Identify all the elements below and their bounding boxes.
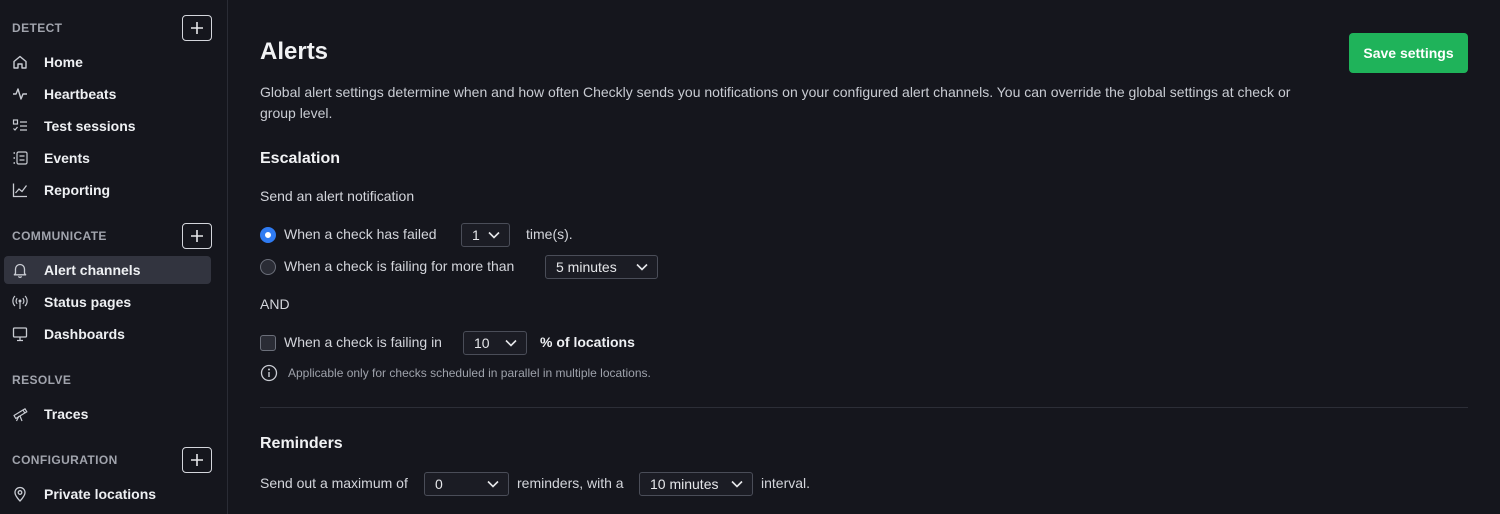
failed-count-select[interactable]: 1	[461, 223, 510, 247]
list-icon	[11, 149, 29, 167]
sidebar: DETECT Home Heartbeats Test sessions Eve…	[0, 0, 228, 514]
plus-icon	[191, 454, 203, 466]
escalation-heading: Escalation	[260, 150, 341, 167]
sidebar-item-label: Reporting	[44, 182, 111, 198]
add-communicate-button[interactable]	[182, 223, 212, 249]
section-resolve: RESOLVE	[12, 364, 212, 396]
reminders-interval-select[interactable]: 10 minutes	[639, 472, 753, 496]
sidebar-item-events[interactable]: Events	[4, 144, 211, 172]
sidebar-item-heartbeats[interactable]: Heartbeats	[4, 80, 211, 108]
sidebar-item-dashboards[interactable]: Dashboards	[4, 320, 211, 348]
section-title: RESOLVE	[12, 373, 72, 387]
reminders-interval-value: 10 minutes	[650, 476, 719, 492]
sidebar-item-traces[interactable]: Traces	[4, 400, 211, 428]
location-pin-icon	[11, 485, 29, 503]
reminders-heading: Reminders	[260, 435, 343, 452]
sidebar-item-label: Status pages	[44, 294, 132, 310]
telescope-icon	[11, 405, 29, 423]
sidebar-item-label: Events	[44, 150, 90, 166]
info-icon	[260, 364, 278, 382]
section-title: CONFIGURATION	[12, 453, 118, 467]
sidebar-item-home[interactable]: Home	[4, 48, 211, 76]
home-icon	[11, 53, 29, 71]
chevron-down-icon	[731, 480, 743, 488]
reminders-prefix: Send out a maximum of	[260, 475, 408, 491]
section-detect: DETECT	[12, 12, 212, 44]
sidebar-item-status-pages[interactable]: Status pages	[4, 288, 211, 316]
section-title: DETECT	[12, 21, 63, 35]
failing-duration-value: 5 minutes	[556, 259, 617, 275]
sidebar-item-label: Heartbeats	[44, 86, 117, 102]
sidebar-item-label: Home	[44, 54, 83, 70]
section-configuration: CONFIGURATION	[12, 444, 212, 476]
locations-suffix: % of locations	[540, 334, 635, 350]
save-settings-button[interactable]: Save settings	[1349, 33, 1468, 73]
section-title: COMMUNICATE	[12, 229, 107, 243]
monitor-icon	[11, 325, 29, 343]
chevron-down-icon	[487, 480, 499, 488]
sidebar-item-label: Private locations	[44, 486, 157, 502]
and-label: AND	[260, 296, 290, 312]
option1-suffix: time(s).	[526, 226, 573, 242]
page-description: Global alert settings determine when and…	[260, 84, 1291, 121]
sidebar-item-label: Test sessions	[44, 118, 136, 134]
reminders-count-value: 0	[435, 476, 443, 492]
sidebar-item-test-sessions[interactable]: Test sessions	[4, 112, 211, 140]
failing-duration-radio[interactable]	[260, 259, 276, 275]
reminders-count-select[interactable]: 0	[424, 472, 509, 496]
list-check-icon	[11, 117, 29, 135]
failed-count-radio[interactable]	[260, 227, 276, 243]
broadcast-icon	[11, 293, 29, 311]
failing-duration-select[interactable]: 5 minutes	[545, 255, 658, 279]
section-divider	[260, 407, 1468, 408]
locations-label: When a check is failing in	[284, 334, 442, 350]
sidebar-item-label: Dashboards	[44, 326, 125, 342]
sidebar-item-label: Alert channels	[44, 262, 141, 278]
locations-percent-select[interactable]: 10	[463, 331, 527, 355]
failed-count-value: 1	[472, 227, 480, 243]
chart-icon	[11, 181, 29, 199]
locations-percent-value: 10	[474, 335, 490, 351]
reminders-suffix: interval.	[761, 475, 811, 491]
bell-icon	[11, 261, 29, 279]
add-detect-button[interactable]	[182, 15, 212, 41]
sidebar-item-label: Traces	[44, 406, 89, 422]
plus-icon	[191, 230, 203, 242]
sidebar-item-reporting[interactable]: Reporting	[4, 176, 211, 204]
section-communicate: COMMUNICATE	[12, 220, 212, 252]
option1-label: When a check has failed	[284, 226, 437, 242]
add-configuration-button[interactable]	[182, 447, 212, 473]
page-title: Alerts	[260, 38, 329, 65]
escalation-intro: Send an alert notification	[260, 188, 415, 204]
chevron-down-icon	[505, 339, 517, 347]
sidebar-item-private-locations[interactable]: Private locations	[4, 480, 211, 508]
main-content: Alerts Save settings Global alert settin…	[228, 0, 1500, 514]
sidebar-item-alert-channels[interactable]: Alert channels	[4, 256, 211, 284]
pulse-icon	[11, 85, 29, 103]
reminders-middle: reminders, with a	[517, 475, 624, 491]
locations-hint: Applicable only for checks scheduled in …	[288, 366, 651, 380]
plus-icon	[191, 22, 203, 34]
locations-checkbox[interactable]	[260, 335, 276, 351]
chevron-down-icon	[488, 231, 500, 239]
chevron-down-icon	[636, 263, 648, 271]
option2-label: When a check is failing for more than	[284, 258, 515, 274]
